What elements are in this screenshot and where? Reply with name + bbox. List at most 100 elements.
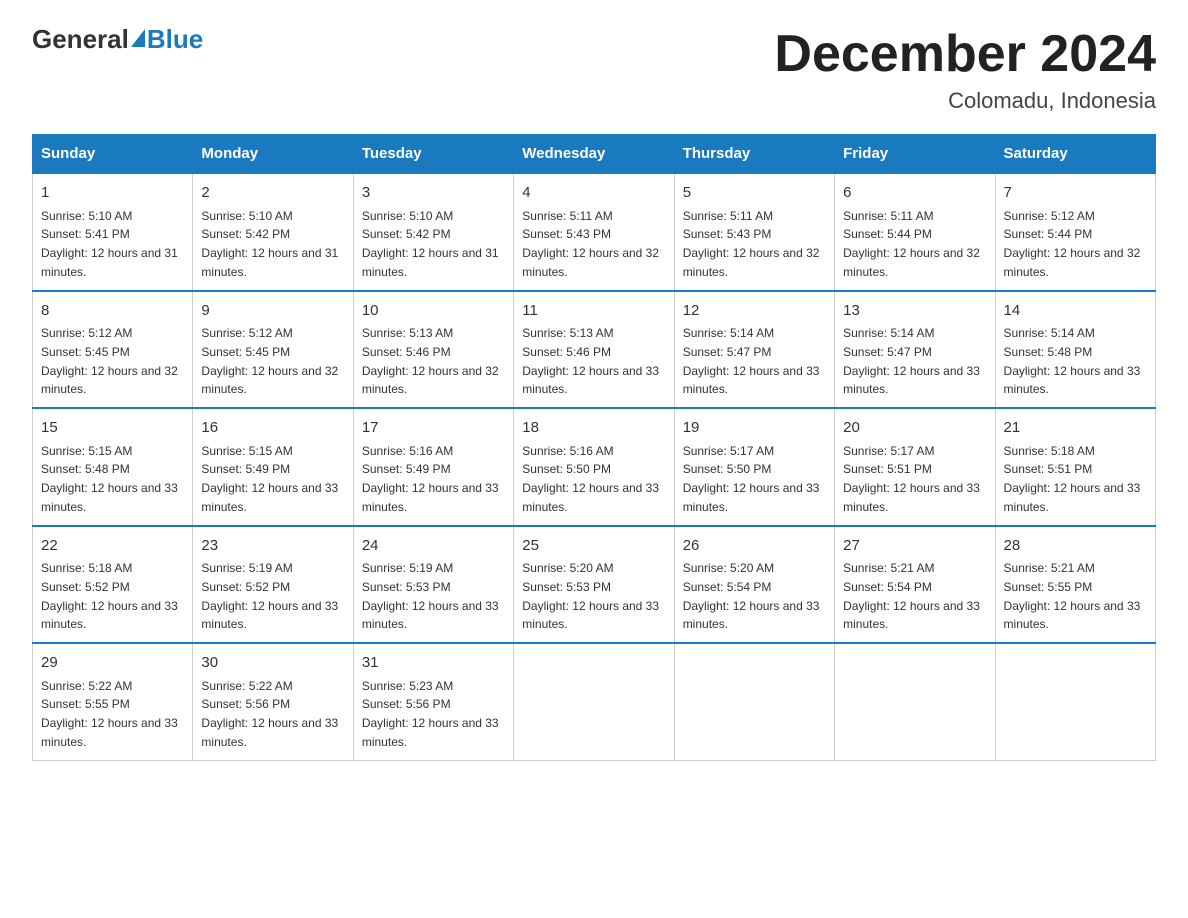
day-info: Sunrise: 5:21 AMSunset: 5:55 PMDaylight:… <box>1004 561 1141 631</box>
calendar-day-cell: 30 Sunrise: 5:22 AMSunset: 5:56 PMDaylig… <box>193 643 353 760</box>
calendar-week-row: 15 Sunrise: 5:15 AMSunset: 5:48 PMDaylig… <box>33 408 1156 526</box>
day-number: 10 <box>362 300 505 323</box>
day-number: 4 <box>522 182 665 205</box>
calendar-day-cell: 1 Sunrise: 5:10 AMSunset: 5:41 PMDayligh… <box>33 173 193 291</box>
logo-triangle-icon <box>131 29 145 47</box>
day-info: Sunrise: 5:13 AMSunset: 5:46 PMDaylight:… <box>522 326 659 396</box>
calendar-week-row: 29 Sunrise: 5:22 AMSunset: 5:55 PMDaylig… <box>33 643 1156 760</box>
day-info: Sunrise: 5:15 AMSunset: 5:49 PMDaylight:… <box>201 444 338 514</box>
day-number: 24 <box>362 535 505 558</box>
day-number: 27 <box>843 535 986 558</box>
day-info: Sunrise: 5:17 AMSunset: 5:51 PMDaylight:… <box>843 444 980 514</box>
calendar-day-cell: 7 Sunrise: 5:12 AMSunset: 5:44 PMDayligh… <box>995 173 1155 291</box>
calendar-day-cell: 19 Sunrise: 5:17 AMSunset: 5:50 PMDaylig… <box>674 408 834 526</box>
day-number: 29 <box>41 652 184 675</box>
day-number: 9 <box>201 300 344 323</box>
day-info: Sunrise: 5:16 AMSunset: 5:49 PMDaylight:… <box>362 444 499 514</box>
day-info: Sunrise: 5:23 AMSunset: 5:56 PMDaylight:… <box>362 679 499 749</box>
day-number: 23 <box>201 535 344 558</box>
day-info: Sunrise: 5:10 AMSunset: 5:41 PMDaylight:… <box>41 209 178 279</box>
logo: General Blue <box>32 24 203 55</box>
calendar-day-cell: 14 Sunrise: 5:14 AMSunset: 5:48 PMDaylig… <box>995 291 1155 409</box>
calendar-day-cell: 10 Sunrise: 5:13 AMSunset: 5:46 PMDaylig… <box>353 291 513 409</box>
calendar-day-cell: 17 Sunrise: 5:16 AMSunset: 5:49 PMDaylig… <box>353 408 513 526</box>
page-subtitle: Colomadu, Indonesia <box>774 88 1156 114</box>
day-info: Sunrise: 5:11 AMSunset: 5:43 PMDaylight:… <box>522 209 659 279</box>
calendar-day-cell: 28 Sunrise: 5:21 AMSunset: 5:55 PMDaylig… <box>995 526 1155 644</box>
header-friday: Friday <box>835 135 995 174</box>
calendar-day-cell: 20 Sunrise: 5:17 AMSunset: 5:51 PMDaylig… <box>835 408 995 526</box>
page-title: December 2024 <box>774 24 1156 84</box>
calendar-day-cell: 26 Sunrise: 5:20 AMSunset: 5:54 PMDaylig… <box>674 526 834 644</box>
logo-blue-text: Blue <box>147 24 203 55</box>
calendar-day-cell: 12 Sunrise: 5:14 AMSunset: 5:47 PMDaylig… <box>674 291 834 409</box>
calendar-day-cell: 3 Sunrise: 5:10 AMSunset: 5:42 PMDayligh… <box>353 173 513 291</box>
calendar-day-cell: 27 Sunrise: 5:21 AMSunset: 5:54 PMDaylig… <box>835 526 995 644</box>
day-number: 25 <box>522 535 665 558</box>
day-info: Sunrise: 5:10 AMSunset: 5:42 PMDaylight:… <box>201 209 338 279</box>
day-number: 8 <box>41 300 184 323</box>
calendar-day-cell <box>674 643 834 760</box>
day-info: Sunrise: 5:18 AMSunset: 5:52 PMDaylight:… <box>41 561 178 631</box>
day-number: 31 <box>362 652 505 675</box>
day-number: 2 <box>201 182 344 205</box>
day-number: 22 <box>41 535 184 558</box>
day-number: 28 <box>1004 535 1147 558</box>
logo-general-text: General <box>32 24 129 55</box>
calendar-day-cell: 13 Sunrise: 5:14 AMSunset: 5:47 PMDaylig… <box>835 291 995 409</box>
calendar-day-cell: 18 Sunrise: 5:16 AMSunset: 5:50 PMDaylig… <box>514 408 674 526</box>
day-info: Sunrise: 5:14 AMSunset: 5:48 PMDaylight:… <box>1004 326 1141 396</box>
calendar-day-cell: 24 Sunrise: 5:19 AMSunset: 5:53 PMDaylig… <box>353 526 513 644</box>
calendar-header: SundayMondayTuesdayWednesdayThursdayFrid… <box>33 135 1156 174</box>
day-number: 12 <box>683 300 826 323</box>
day-info: Sunrise: 5:18 AMSunset: 5:51 PMDaylight:… <box>1004 444 1141 514</box>
calendar-day-cell: 2 Sunrise: 5:10 AMSunset: 5:42 PMDayligh… <box>193 173 353 291</box>
day-number: 21 <box>1004 417 1147 440</box>
day-info: Sunrise: 5:22 AMSunset: 5:55 PMDaylight:… <box>41 679 178 749</box>
header-thursday: Thursday <box>674 135 834 174</box>
day-number: 14 <box>1004 300 1147 323</box>
day-info: Sunrise: 5:22 AMSunset: 5:56 PMDaylight:… <box>201 679 338 749</box>
day-number: 13 <box>843 300 986 323</box>
day-info: Sunrise: 5:17 AMSunset: 5:50 PMDaylight:… <box>683 444 820 514</box>
header-wednesday: Wednesday <box>514 135 674 174</box>
day-number: 19 <box>683 417 826 440</box>
calendar-week-row: 22 Sunrise: 5:18 AMSunset: 5:52 PMDaylig… <box>33 526 1156 644</box>
calendar-week-row: 1 Sunrise: 5:10 AMSunset: 5:41 PMDayligh… <box>33 173 1156 291</box>
day-number: 15 <box>41 417 184 440</box>
day-number: 30 <box>201 652 344 675</box>
day-info: Sunrise: 5:12 AMSunset: 5:45 PMDaylight:… <box>201 326 338 396</box>
day-info: Sunrise: 5:12 AMSunset: 5:45 PMDaylight:… <box>41 326 178 396</box>
day-info: Sunrise: 5:19 AMSunset: 5:52 PMDaylight:… <box>201 561 338 631</box>
calendar-day-cell: 21 Sunrise: 5:18 AMSunset: 5:51 PMDaylig… <box>995 408 1155 526</box>
calendar-day-cell: 23 Sunrise: 5:19 AMSunset: 5:52 PMDaylig… <box>193 526 353 644</box>
calendar-day-cell: 16 Sunrise: 5:15 AMSunset: 5:49 PMDaylig… <box>193 408 353 526</box>
calendar-day-cell: 9 Sunrise: 5:12 AMSunset: 5:45 PMDayligh… <box>193 291 353 409</box>
calendar-day-cell: 25 Sunrise: 5:20 AMSunset: 5:53 PMDaylig… <box>514 526 674 644</box>
day-number: 11 <box>522 300 665 323</box>
day-info: Sunrise: 5:19 AMSunset: 5:53 PMDaylight:… <box>362 561 499 631</box>
header-sunday: Sunday <box>33 135 193 174</box>
calendar-day-cell: 11 Sunrise: 5:13 AMSunset: 5:46 PMDaylig… <box>514 291 674 409</box>
header-row: SundayMondayTuesdayWednesdayThursdayFrid… <box>33 135 1156 174</box>
calendar-day-cell <box>835 643 995 760</box>
header-saturday: Saturday <box>995 135 1155 174</box>
day-info: Sunrise: 5:13 AMSunset: 5:46 PMDaylight:… <box>362 326 499 396</box>
day-number: 6 <box>843 182 986 205</box>
header-monday: Monday <box>193 135 353 174</box>
day-number: 18 <box>522 417 665 440</box>
day-info: Sunrise: 5:14 AMSunset: 5:47 PMDaylight:… <box>843 326 980 396</box>
page-header: General Blue December 2024 Colomadu, Ind… <box>32 24 1156 114</box>
day-number: 5 <box>683 182 826 205</box>
calendar-day-cell <box>514 643 674 760</box>
day-number: 1 <box>41 182 184 205</box>
calendar-day-cell: 31 Sunrise: 5:23 AMSunset: 5:56 PMDaylig… <box>353 643 513 760</box>
calendar-day-cell: 22 Sunrise: 5:18 AMSunset: 5:52 PMDaylig… <box>33 526 193 644</box>
calendar-day-cell: 6 Sunrise: 5:11 AMSunset: 5:44 PMDayligh… <box>835 173 995 291</box>
calendar-table: SundayMondayTuesdayWednesdayThursdayFrid… <box>32 134 1156 761</box>
title-section: December 2024 Colomadu, Indonesia <box>774 24 1156 114</box>
day-info: Sunrise: 5:11 AMSunset: 5:44 PMDaylight:… <box>843 209 980 279</box>
calendar-day-cell: 29 Sunrise: 5:22 AMSunset: 5:55 PMDaylig… <box>33 643 193 760</box>
day-info: Sunrise: 5:10 AMSunset: 5:42 PMDaylight:… <box>362 209 499 279</box>
calendar-body: 1 Sunrise: 5:10 AMSunset: 5:41 PMDayligh… <box>33 173 1156 760</box>
